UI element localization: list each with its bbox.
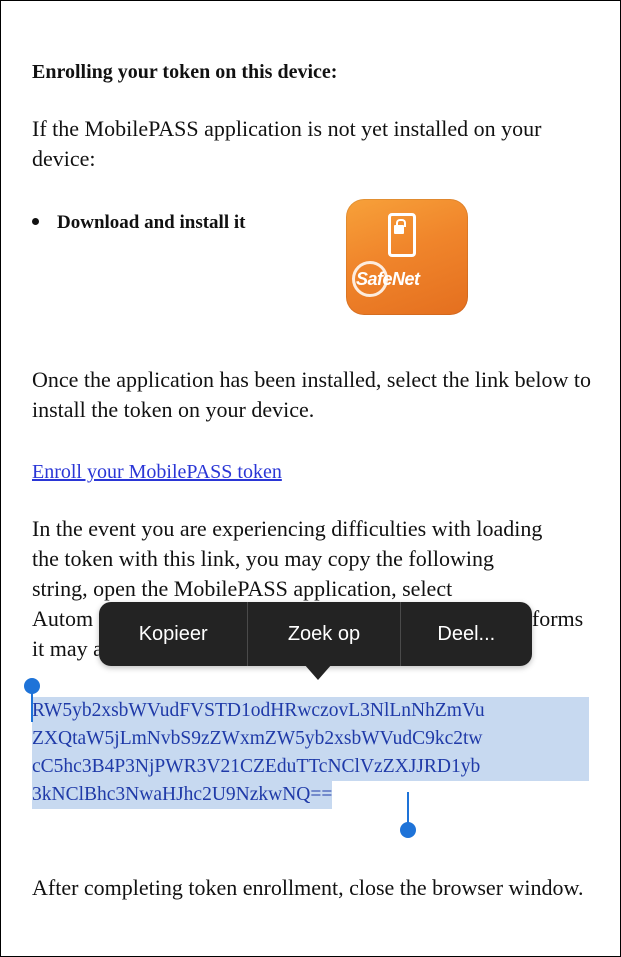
selection-start-handle[interactable] [24, 678, 40, 694]
app-brand-text: SafeNet [356, 269, 420, 289]
selection-start-bar [31, 690, 33, 722]
difficulty-line: string, open the MobilePASS application,… [32, 576, 453, 601]
selection-end-handle[interactable] [400, 822, 416, 838]
token-string-line: ZXQtaW5jLmNvbS9zZWxmZW5yb2xsbWVudC9kc2tw [32, 725, 589, 753]
bullet-item: Download and install it [32, 210, 245, 236]
share-menu-item[interactable]: Deel... [401, 602, 532, 666]
token-string-selection[interactable]: RW5yb2xsbWVudFVSTD1odHRwczovL3NlLnNhZmVu… [32, 697, 589, 809]
copy-menu-item[interactable]: Kopieer [99, 602, 247, 666]
text-context-menu: Kopieer Zoek op Deel... [99, 602, 532, 666]
bullet-text: Download and install it [57, 212, 246, 233]
safenet-app-icon[interactable]: SafeNet [346, 199, 468, 315]
lock-icon [394, 225, 404, 234]
intro-text: If the MobilePASS application is not yet… [32, 116, 542, 171]
token-string-line: cC5hc3B4P3NjPWR3V21CZEduTTcNClVzZXJJRD1y… [32, 753, 589, 781]
selection-end-bar [407, 792, 409, 824]
difficulty-fragment: Autom [32, 606, 94, 631]
section-heading: Enrolling your token on this device: [32, 61, 338, 83]
difficulty-line: the token with this link, you may copy t… [32, 546, 494, 571]
token-string-line: 3kNClBhc3NwaHJhc2U9NzkwNQ== [32, 781, 333, 809]
bullet-dot-icon [32, 218, 39, 226]
lookup-menu-item[interactable]: Zoek op [248, 602, 399, 666]
installed-text: Once the application has been installed,… [32, 367, 591, 422]
closing-text: After completing token enrollment, close… [32, 875, 584, 900]
difficulty-line: In the event you are experiencing diffic… [32, 516, 543, 541]
context-menu-pointer [304, 664, 332, 680]
enroll-token-link[interactable]: Enroll your MobilePASS token [32, 458, 282, 486]
token-string-line: RW5yb2xsbWVudFVSTD1odHRwczovL3NlLnNhZmVu [32, 697, 589, 725]
